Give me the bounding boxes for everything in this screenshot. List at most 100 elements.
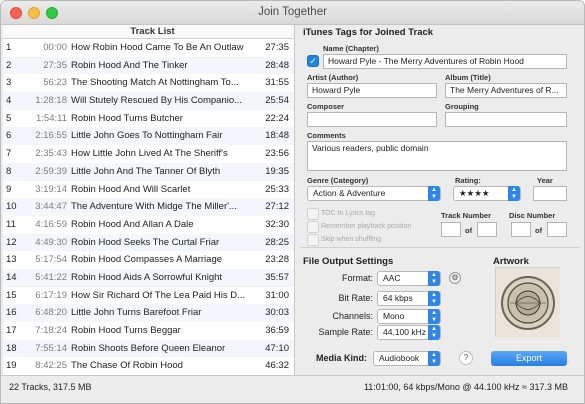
track-list-header[interactable]: Track List xyxy=(3,25,294,39)
window-title: Join Together xyxy=(258,6,327,18)
grouping-field[interactable] xyxy=(445,112,567,127)
skip-checkbox[interactable] xyxy=(307,234,319,246)
track-start-time: 4:16:59 xyxy=(35,218,67,230)
name-field[interactable]: Howard Pyle - The Merry Adventures of Ro… xyxy=(323,54,567,69)
track-of-label: of xyxy=(465,226,473,235)
track-row[interactable]: 2 27:35 Robin Hood And The Tinker 28:48 xyxy=(3,56,294,75)
track-number-field[interactable] xyxy=(441,222,461,237)
track-title: Robin Hood Compasses A Marriage xyxy=(71,254,223,266)
track-row[interactable]: 12 4:49:30 Robin Hood Seeks The Curtal Fri… xyxy=(3,233,294,252)
track-number: 19 xyxy=(6,360,17,372)
genre-select[interactable]: Action & Adventure ▲ ▼ xyxy=(307,186,441,201)
track-number: 3 xyxy=(6,77,12,89)
channels-select[interactable]: Mono ▲ ▼ xyxy=(377,309,441,324)
track-number: 1 xyxy=(6,42,12,53)
status-summary: 22 Tracks, 317.5 MB xyxy=(9,382,92,392)
track-start-time: 27:35 xyxy=(43,59,67,71)
album-field[interactable]: The Merry Adventures of R... xyxy=(445,83,567,98)
mediakind-value: Audiobook xyxy=(379,353,420,363)
track-row[interactable]: 6 2:16:55 Little John Goes To Nottingham F… xyxy=(3,127,294,146)
samplerate-select[interactable]: 44.100 kHz ▲ ▼ xyxy=(377,325,441,340)
track-start-time: 2:59:39 xyxy=(35,165,67,177)
rating-select[interactable]: ★★★★ ▲ ▼ xyxy=(453,186,521,201)
track-number: 2 xyxy=(6,59,12,71)
disc-number-field[interactable] xyxy=(511,222,531,237)
year-field[interactable] xyxy=(533,186,567,201)
disc-number-label: Disc Number xyxy=(509,211,556,220)
format-value: AAC xyxy=(383,273,401,283)
composer-field[interactable] xyxy=(307,112,437,127)
app-window: Join Together Track List 1 00:00 How Robin… xyxy=(0,0,585,404)
track-start-time: 7:55:14 xyxy=(35,342,67,354)
chevron-updown-icon: ▲ ▼ xyxy=(428,271,440,286)
format-select[interactable]: AAC ▲ ▼ xyxy=(377,271,441,286)
track-duration: 27:12 xyxy=(265,201,289,213)
track-duration: 47:10 xyxy=(265,342,289,354)
remember-checkbox[interactable] xyxy=(307,221,319,233)
track-start-time: 6:17:19 xyxy=(35,289,67,301)
track-row[interactable]: 7 2:35:43 How Little John Lived At The She… xyxy=(3,145,294,163)
grouping-label: Grouping xyxy=(445,102,479,111)
track-row[interactable]: 1 00:00 How Robin Hood Came To Be An Outla… xyxy=(3,39,294,57)
album-label: Album (Title) xyxy=(445,73,491,82)
track-number: 12 xyxy=(6,236,17,248)
track-start-time: 1:28:18 xyxy=(35,95,67,107)
track-row[interactable]: 14 5:41:22 Robin Hood Aids A Sorrowful Kni… xyxy=(3,268,294,287)
track-duration: 32:30 xyxy=(265,218,289,230)
track-title: Robin Hood Turns Butcher xyxy=(71,112,183,124)
track-row[interactable]: 8 2:59:39 Little John And The Tanner Of Bl… xyxy=(3,162,294,181)
track-start-time: 4:49:30 xyxy=(35,236,67,248)
year-label: Year xyxy=(537,176,553,185)
track-number: 14 xyxy=(6,271,17,283)
track-row[interactable]: 17 7:18:24 Robin Hood Turns Beggar 36:59 xyxy=(3,322,294,340)
artist-field[interactable]: Howard Pyle xyxy=(307,83,437,98)
name-checkbox[interactable]: ✓ xyxy=(307,55,319,67)
track-row[interactable]: 15 6:17:19 How Sir Richard Of The Lea Paid… xyxy=(3,287,294,305)
artwork-image[interactable] xyxy=(495,267,560,338)
export-button[interactable]: Export xyxy=(491,351,567,366)
track-row[interactable]: 18 7:55:14 Robin Shoots Before Queen Elean… xyxy=(3,339,294,358)
track-duration: 35:57 xyxy=(265,271,289,283)
track-row[interactable]: 19 8:42:25 The Chase Of Robin Hood 46:32 xyxy=(3,357,294,375)
disc-total-field[interactable] xyxy=(547,222,567,237)
samplerate-label: Sample Rate: xyxy=(318,327,373,337)
comments-field[interactable]: Various readers, public domain xyxy=(307,141,567,171)
track-row[interactable]: 3 56:23 The Shooting Match At Nottingham T… xyxy=(3,74,294,92)
track-row[interactable]: 4 1:28:18 Will Stutely Rescued By His Comp… xyxy=(3,92,294,110)
track-number: 15 xyxy=(6,289,17,301)
track-start-time: 3:44:47 xyxy=(35,201,67,213)
artwork-seal-image xyxy=(496,268,560,338)
track-row[interactable]: 13 5:17:54 Robin Hood Compasses A Marriage… xyxy=(3,251,294,269)
track-number: 8 xyxy=(6,165,12,177)
toc-checkbox[interactable] xyxy=(307,208,319,220)
tags-section-title: iTunes Tags for Joined Track xyxy=(303,27,434,38)
track-number-label: Track Number xyxy=(441,211,492,220)
track-row[interactable]: 11 4:16:59 Robin Hood And Allan A Dale 32:3… xyxy=(3,216,294,234)
composer-label: Composer xyxy=(307,102,345,111)
track-start-time: 6:48:20 xyxy=(35,307,67,319)
track-title: Robin Hood And The Tinker xyxy=(71,59,188,71)
bitrate-select[interactable]: 64 kbps ▲ ▼ xyxy=(377,291,441,306)
status-output-estimate: 11:01:00, 64 kbps/Mono @ 44.100 kHz ≈ 31… xyxy=(363,382,568,392)
track-start-time: 5:41:22 xyxy=(35,271,67,283)
track-row[interactable]: 16 6:48:20 Little John Turns Barefoot Fria… xyxy=(3,304,294,322)
track-total-field[interactable] xyxy=(477,222,497,237)
gear-icon[interactable]: ⚙ xyxy=(449,272,461,284)
track-number: 16 xyxy=(6,307,17,319)
track-row[interactable]: 10 3:44:47 The Adventure With Midge The Mi… xyxy=(3,198,294,216)
track-start-time: 8:42:25 xyxy=(35,360,67,372)
track-title: Little John Goes To Nottingham Fair xyxy=(71,130,223,142)
chevron-updown-icon: ▲ ▼ xyxy=(428,351,440,366)
help-button[interactable]: ? xyxy=(459,351,473,365)
track-number: 4 xyxy=(6,95,12,107)
track-title: Will Stutely Rescued By His Companio... xyxy=(71,95,243,107)
track-row[interactable]: 9 3:19:14 Robin Hood And Will Scarlet 25:33 xyxy=(3,181,294,199)
rating-stars: ★★★★ xyxy=(459,188,490,198)
title-bar: Join Together xyxy=(1,1,584,25)
track-duration: 46:32 xyxy=(265,360,289,372)
track-list[interactable]: Track List 1 00:00 How Robin Hood Came To … xyxy=(3,25,295,375)
track-title: The Chase Of Robin Hood xyxy=(71,360,183,372)
mediakind-select[interactable]: Audiobook ▲ ▼ xyxy=(373,351,441,366)
track-row[interactable]: 5 1:54:11 Robin Hood Turns Butcher 22:24 xyxy=(3,110,294,128)
chevron-updown-icon: ▲ ▼ xyxy=(428,325,440,340)
